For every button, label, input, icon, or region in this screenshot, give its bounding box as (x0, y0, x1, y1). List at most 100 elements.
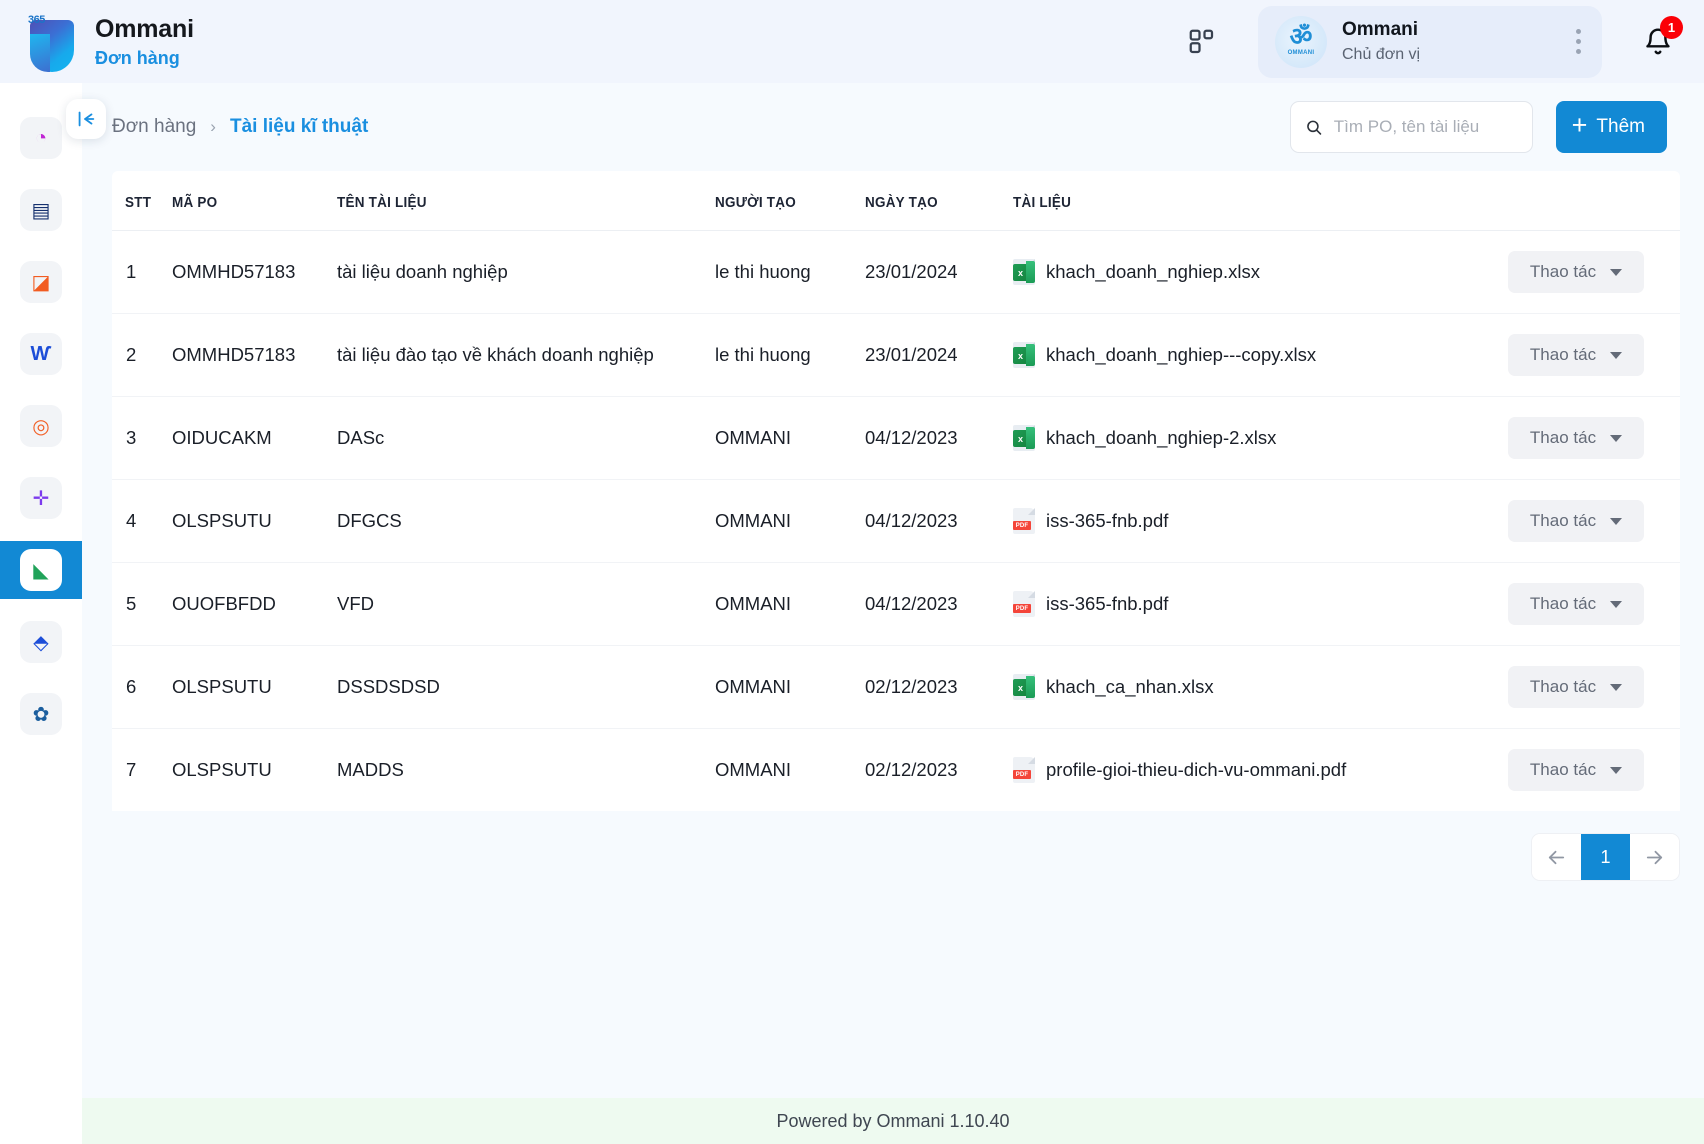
row-action-label: Thao tác (1530, 511, 1596, 531)
documents-icon: ◣ (20, 549, 62, 591)
row-action-button[interactable]: Thao tác (1508, 500, 1644, 542)
cell-creator: le thi huong (715, 231, 865, 314)
row-action-button[interactable]: Thao tác (1508, 583, 1644, 625)
rail-item-export[interactable]: ◪ (0, 253, 82, 311)
table-row[interactable]: 3 OIDUCAKM DASc OMMANI 04/12/2023 x (112, 397, 1680, 480)
brand[interactable]: 365 Ommani Đơn hàng (22, 12, 194, 72)
file-name[interactable]: khach_doanh_nghiep-2.xlsx (1046, 427, 1276, 449)
cell-creator: OMMANI (715, 480, 865, 563)
cell-created: 04/12/2023 (865, 397, 1013, 480)
table-row[interactable]: 7 OLSPSUTU MADDS OMMANI 02/12/2023 PDF (112, 729, 1680, 812)
pagination-next-button[interactable] (1630, 834, 1679, 880)
table-row[interactable]: 1 OMMHD57183 tài liệu doanh nghiệp le th… (112, 231, 1680, 314)
row-action-button[interactable]: Thao tác (1508, 417, 1644, 459)
column-header-creator: NGƯỜI TẠO (715, 171, 855, 231)
pagination-page-1[interactable]: 1 (1581, 834, 1630, 880)
row-action-label: Thao tác (1530, 760, 1596, 780)
collapse-sidebar-button[interactable] (66, 99, 106, 139)
breadcrumb-item-orders[interactable]: Đơn hàng (112, 116, 196, 138)
table-row[interactable]: 4 OLSPSUTU DFGCS OMMANI 04/12/2023 PDF (112, 480, 1680, 563)
rail-item-analytics[interactable]: Ⱳ (0, 325, 82, 383)
column-header-doc-name: TÊN TÀI LIỆU (337, 171, 689, 231)
pagination: 1 (1531, 833, 1680, 881)
file-name[interactable]: iss-365-fnb.pdf (1046, 593, 1168, 615)
cell-creator: OMMANI (715, 563, 865, 646)
more-vertical-icon[interactable] (1562, 29, 1588, 54)
column-header-stt: STT (112, 171, 168, 231)
page-footer: Powered by Ommani 1.10.40 (82, 1098, 1704, 1144)
cell-po: OUOFBFDD (172, 563, 337, 646)
arrow-right-icon (1643, 846, 1666, 869)
cell-po: OMMHD57183 (172, 314, 337, 397)
app-name: Ommani (95, 15, 194, 44)
cell-file: PDF iss-365-fnb.pdf (1013, 480, 1508, 563)
rail-item-settings[interactable]: ✿ (0, 685, 82, 743)
file-name[interactable]: khach_doanh_nghiep---copy.xlsx (1046, 344, 1316, 366)
app-root: 365 Ommani Đơn hàng ॐ OMMANI Ommani Chủ … (0, 0, 1704, 1144)
cell-actions: Thao tác (1508, 646, 1680, 729)
cell-file: x khach_ca_nhan.xlsx (1013, 646, 1508, 729)
grid-apps-icon[interactable] (1180, 20, 1224, 64)
chevron-down-icon (1610, 435, 1622, 442)
row-action-label: Thao tác (1530, 428, 1596, 448)
table-row[interactable]: 2 OMMHD57183 tài liệu đào tạo về khách d… (112, 314, 1680, 397)
search-icon (1305, 117, 1323, 138)
notifications-button[interactable]: 1 (1630, 14, 1686, 70)
cell-doc-name: DSSDSDSD (337, 646, 715, 729)
collapse-left-icon (75, 108, 97, 130)
row-action-button[interactable]: Thao tác (1508, 334, 1644, 376)
table-row[interactable]: 6 OLSPSUTU DSSDSDSD OMMANI 02/12/2023 x (112, 646, 1680, 729)
excel-file-icon: x (1013, 425, 1035, 451)
brand-text: Ommani Đơn hàng (95, 15, 194, 68)
excel-file-icon: x (1013, 342, 1035, 368)
plugin-icon: ✛ (20, 477, 62, 519)
cell-creator: OMMANI (715, 646, 865, 729)
add-button[interactable]: + Thêm (1556, 101, 1667, 153)
row-action-label: Thao tác (1530, 345, 1596, 365)
excel-file-icon: x (1013, 259, 1035, 285)
row-action-button[interactable]: Thao tác (1508, 666, 1644, 708)
notification-count-badge: 1 (1660, 16, 1683, 39)
content-toolbar: Đơn hàng › Tài liệu kĩ thuật + Thêm (82, 83, 1704, 171)
user-account-card[interactable]: ॐ OMMANI Ommani Chủ đơn vị (1258, 6, 1602, 78)
rail-item-database[interactable]: ▤ (0, 181, 82, 239)
logo-365-badge: 365 (28, 14, 45, 26)
pdf-file-icon: PDF (1013, 508, 1035, 534)
cell-po: OLSPSUTU (172, 480, 337, 563)
cell-created: 02/12/2023 (865, 646, 1013, 729)
excel-file-icon: x (1013, 674, 1035, 700)
file-name[interactable]: iss-365-fnb.pdf (1046, 510, 1168, 532)
om-symbol-icon: ॐ (1290, 27, 1313, 48)
cell-doc-name: DASc (337, 397, 715, 480)
table-row[interactable]: 5 OUOFBFDD VFD OMMANI 04/12/2023 PDF (112, 563, 1680, 646)
row-action-button[interactable]: Thao tác (1508, 749, 1644, 791)
file-name[interactable]: profile-gioi-thieu-dich-vu-ommani.pdf (1046, 759, 1346, 781)
add-button-label: Thêm (1596, 116, 1645, 138)
cell-file: PDF profile-gioi-thieu-dich-vu-ommani.pd… (1013, 729, 1508, 812)
cell-created: 23/01/2024 (865, 314, 1013, 397)
pagination-prev-button[interactable] (1532, 834, 1581, 880)
search-box[interactable] (1290, 101, 1533, 153)
documents-table: STT MÃ PO TÊN TÀI LIỆU NGƯỜI TẠO NGÀY TẠ… (112, 171, 1680, 811)
breadcrumb-item-technical-documents[interactable]: Tài liệu kĩ thuật (230, 116, 368, 138)
rail-item-team[interactable]: ⬘ (0, 613, 82, 671)
cell-doc-name: DFGCS (337, 480, 715, 563)
breadcrumb: Đơn hàng › Tài liệu kĩ thuật (112, 116, 368, 138)
avatar-wordmark: OMMANI (1288, 50, 1315, 56)
file-name[interactable]: khach_doanh_nghiep.xlsx (1046, 261, 1260, 283)
rail-item-plugin[interactable]: ✛ (0, 469, 82, 527)
search-input[interactable] (1334, 117, 1518, 137)
row-action-button[interactable]: Thao tác (1508, 251, 1644, 293)
column-header-created: NGÀY TẠO (865, 171, 1003, 231)
content-filler (82, 881, 1704, 1098)
rail-item-finance[interactable]: ◎ (0, 397, 82, 455)
cell-created: 02/12/2023 (865, 729, 1013, 812)
table-header: STT MÃ PO TÊN TÀI LIỆU NGƯỜI TẠO NGÀY TẠ… (112, 171, 1680, 231)
cell-doc-name: tài liệu đào tạo về khách doanh nghiệp (337, 314, 715, 397)
file-name[interactable]: khach_ca_nhan.xlsx (1046, 676, 1214, 698)
database-icon: ▤ (20, 189, 62, 231)
cell-actions: Thao tác (1508, 563, 1680, 646)
user-role: Chủ đơn vị (1342, 45, 1547, 65)
rail-item-documents[interactable]: ◣ (0, 541, 82, 599)
team-icon: ⬘ (20, 621, 62, 663)
